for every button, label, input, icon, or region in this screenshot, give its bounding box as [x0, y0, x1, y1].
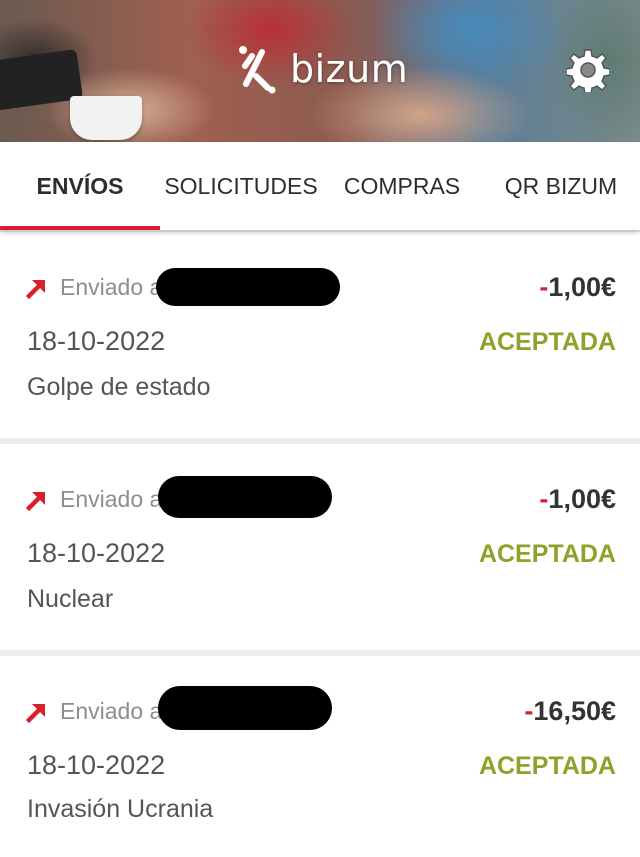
tab-envios-label: ENVÍOS — [36, 172, 124, 199]
transaction-card[interactable]: Enviado a -1,00€ 18-10-2022 ACEPTADA Gol… — [0, 232, 640, 438]
transaction-date: 18-10-2022 — [27, 538, 166, 568]
transaction-concept: Golpe de estado — [27, 373, 211, 401]
tab-envios[interactable]: ENVÍOS — [0, 142, 160, 230]
tab-qr-bizum-label: QR BIZUM — [504, 172, 618, 199]
transaction-status: ACEPTADA — [478, 752, 616, 780]
bizum-logo: bizum — [236, 44, 408, 94]
transaction-card[interactable]: Enviado a -1,00€ 18-10-2022 ACEPTADA Nuc… — [0, 444, 640, 650]
sent-to-label: Enviado a — [60, 698, 163, 724]
app-header: bizum — [0, 0, 640, 142]
redacted-recipient — [158, 686, 332, 730]
tab-compras-label: COMPRAS — [343, 172, 461, 199]
redacted-recipient — [156, 268, 340, 306]
sent-to-label: Enviado a — [60, 274, 163, 300]
arrow-up-right-icon — [25, 277, 48, 300]
amount-value: 1,00€ — [548, 272, 616, 302]
tab-solicitudes[interactable]: SOLICITUDES — [160, 142, 322, 230]
tab-qr-bizum[interactable]: QR BIZUM — [482, 142, 640, 230]
redacted-recipient — [158, 476, 332, 518]
sent-to-label: Enviado a — [60, 486, 163, 512]
amount-value: 1,00€ — [548, 484, 616, 514]
tab-solicitudes-label: SOLICITUDES — [164, 172, 318, 199]
transaction-concept: Invasión Ucrania — [27, 795, 214, 823]
transaction-concept: Nuclear — [27, 585, 114, 613]
arrow-up-right-icon — [25, 701, 48, 724]
transaction-status: ACEPTADA — [478, 540, 616, 568]
arrow-up-right-icon — [25, 489, 48, 512]
transaction-amount: -1,00€ — [539, 484, 616, 515]
tab-bar: ENVÍOS SOLICITUDES COMPRAS QR BIZUM — [0, 142, 640, 230]
header-photo-cup — [70, 96, 142, 140]
bizum-logo-text: bizum — [290, 47, 409, 91]
gear-icon[interactable] — [565, 48, 611, 95]
transaction-date: 18-10-2022 — [27, 326, 166, 356]
transaction-date: 18-10-2022 — [27, 750, 166, 780]
amount-value: 16,50€ — [533, 696, 616, 726]
transaction-amount: -16,50€ — [524, 696, 616, 727]
transaction-status: ACEPTADA — [478, 328, 616, 356]
transaction-card[interactable]: Enviado a -16,50€ 18-10-2022 ACEPTADA In… — [0, 656, 640, 857]
active-tab-indicator — [0, 226, 160, 230]
transaction-amount: -1,00€ — [539, 272, 616, 303]
tab-compras[interactable]: COMPRAS — [322, 142, 482, 230]
bizum-logo-icon — [236, 44, 280, 94]
